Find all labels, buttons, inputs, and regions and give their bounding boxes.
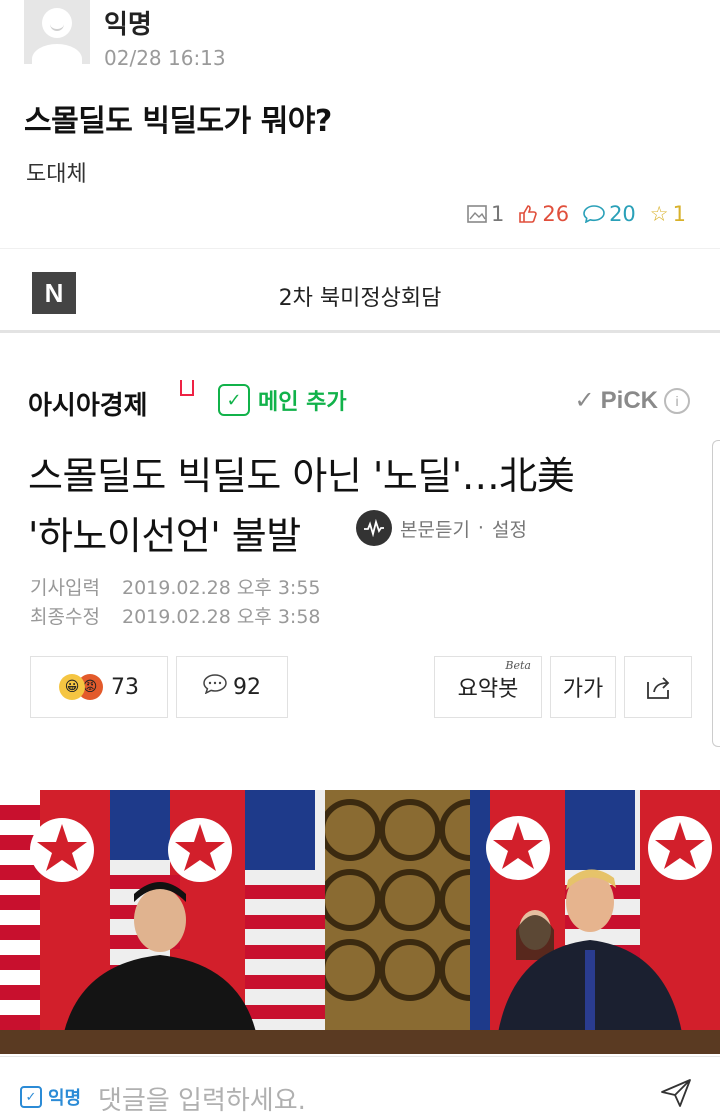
check-icon: ✓ (218, 384, 250, 416)
send-icon (661, 1079, 691, 1107)
image-count-value: 1 (490, 202, 505, 226)
separator-dot: · (477, 517, 484, 539)
share-icon (647, 677, 670, 699)
article-comment-count: 92 (233, 674, 261, 700)
avatar-body (32, 44, 82, 64)
scroll-edge (712, 440, 720, 747)
summary-bot-button[interactable]: 요약봇 Beta (434, 656, 542, 718)
naver-bar-title: 2차 북미정상회담 (278, 286, 442, 311)
listen-control[interactable]: 본문듣기 · 설정 (356, 510, 527, 546)
thumbs-up-icon (519, 205, 538, 223)
checkmark-icon: ✓ (574, 387, 595, 414)
post-title: 스몰딜도 빅딜도가 뭐야? (24, 104, 332, 139)
divider (0, 248, 720, 249)
article-comment-button[interactable]: 92 (176, 656, 288, 718)
send-button[interactable] (660, 1078, 692, 1112)
headline-line2: '하노이선언' 불발 (28, 514, 301, 558)
listen-label[interactable]: 본문듣기 (400, 515, 470, 542)
comment-icon (203, 674, 227, 700)
article-input-time: 기사입력 2019.02.28 오후 3:55 (30, 573, 321, 600)
font-size-button[interactable]: 가가 (550, 656, 616, 718)
info-icon[interactable]: i (664, 387, 690, 414)
divider (0, 330, 720, 333)
headline-line1: 스몰딜도 빅딜도 아닌 '노딜'…北美 (28, 454, 575, 498)
pick-label: PiCK (600, 386, 658, 414)
post-author: 익명 (104, 10, 152, 40)
like-count: 26 (542, 202, 570, 226)
like-button[interactable]: 26 (518, 202, 569, 226)
add-main-label: 메인 추가 (258, 390, 347, 415)
anonymous-label[interactable]: 익명 (48, 1084, 81, 1110)
post-stats: 1 26 20 ☆ 1 (467, 202, 686, 226)
pick-badge[interactable]: ✓ PiCK i (575, 386, 690, 415)
scrap-count: 1 (672, 202, 686, 226)
input-label: 기사입력 (30, 577, 100, 599)
settings-link[interactable]: 설정 (492, 515, 527, 542)
summary-bot-label: 요약봇 (457, 677, 519, 702)
modified-time: 2019.02.28 오후 3:58 (122, 606, 321, 628)
image-count: 1 (467, 202, 504, 226)
article-modified-time: 최종수정 2019.02.28 오후 3:58 (30, 602, 321, 629)
avatar (24, 0, 90, 64)
laughing-emoji-icon: 😀 (59, 674, 85, 700)
comment-count-button[interactable]: 20 (583, 202, 636, 226)
summit-photo-image (0, 790, 720, 1054)
reaction-button[interactable]: 😀 😡 73 (30, 656, 168, 718)
share-button[interactable] (624, 656, 692, 718)
headphones-icon (356, 510, 392, 546)
post-body: 도대체 (26, 162, 87, 187)
post-time: 02/28 16:13 (104, 46, 226, 70)
comment-input[interactable]: 댓글을 입력하세요. (98, 1080, 306, 1117)
font-size-label: 가가 (562, 677, 604, 702)
reaction-count: 73 (111, 674, 139, 700)
input-time: 2019.02.28 오후 3:55 (122, 577, 321, 599)
comment-count: 20 (609, 202, 636, 226)
image-icon (467, 205, 487, 223)
speech-bubble-icon (583, 205, 605, 223)
anonymous-checkbox[interactable]: ✓ (20, 1086, 42, 1108)
press-name[interactable]: 아시아경제 (28, 385, 148, 422)
star-icon: ☆ (649, 202, 669, 226)
article-photo[interactable] (0, 790, 720, 1054)
press-mark-icon (180, 380, 194, 396)
modified-label: 최종수정 (30, 606, 100, 628)
add-main-button[interactable]: ✓ 메인 추가 (218, 384, 347, 416)
beta-label: Beta (505, 659, 531, 672)
scrap-button[interactable]: ☆ 1 (650, 202, 686, 226)
